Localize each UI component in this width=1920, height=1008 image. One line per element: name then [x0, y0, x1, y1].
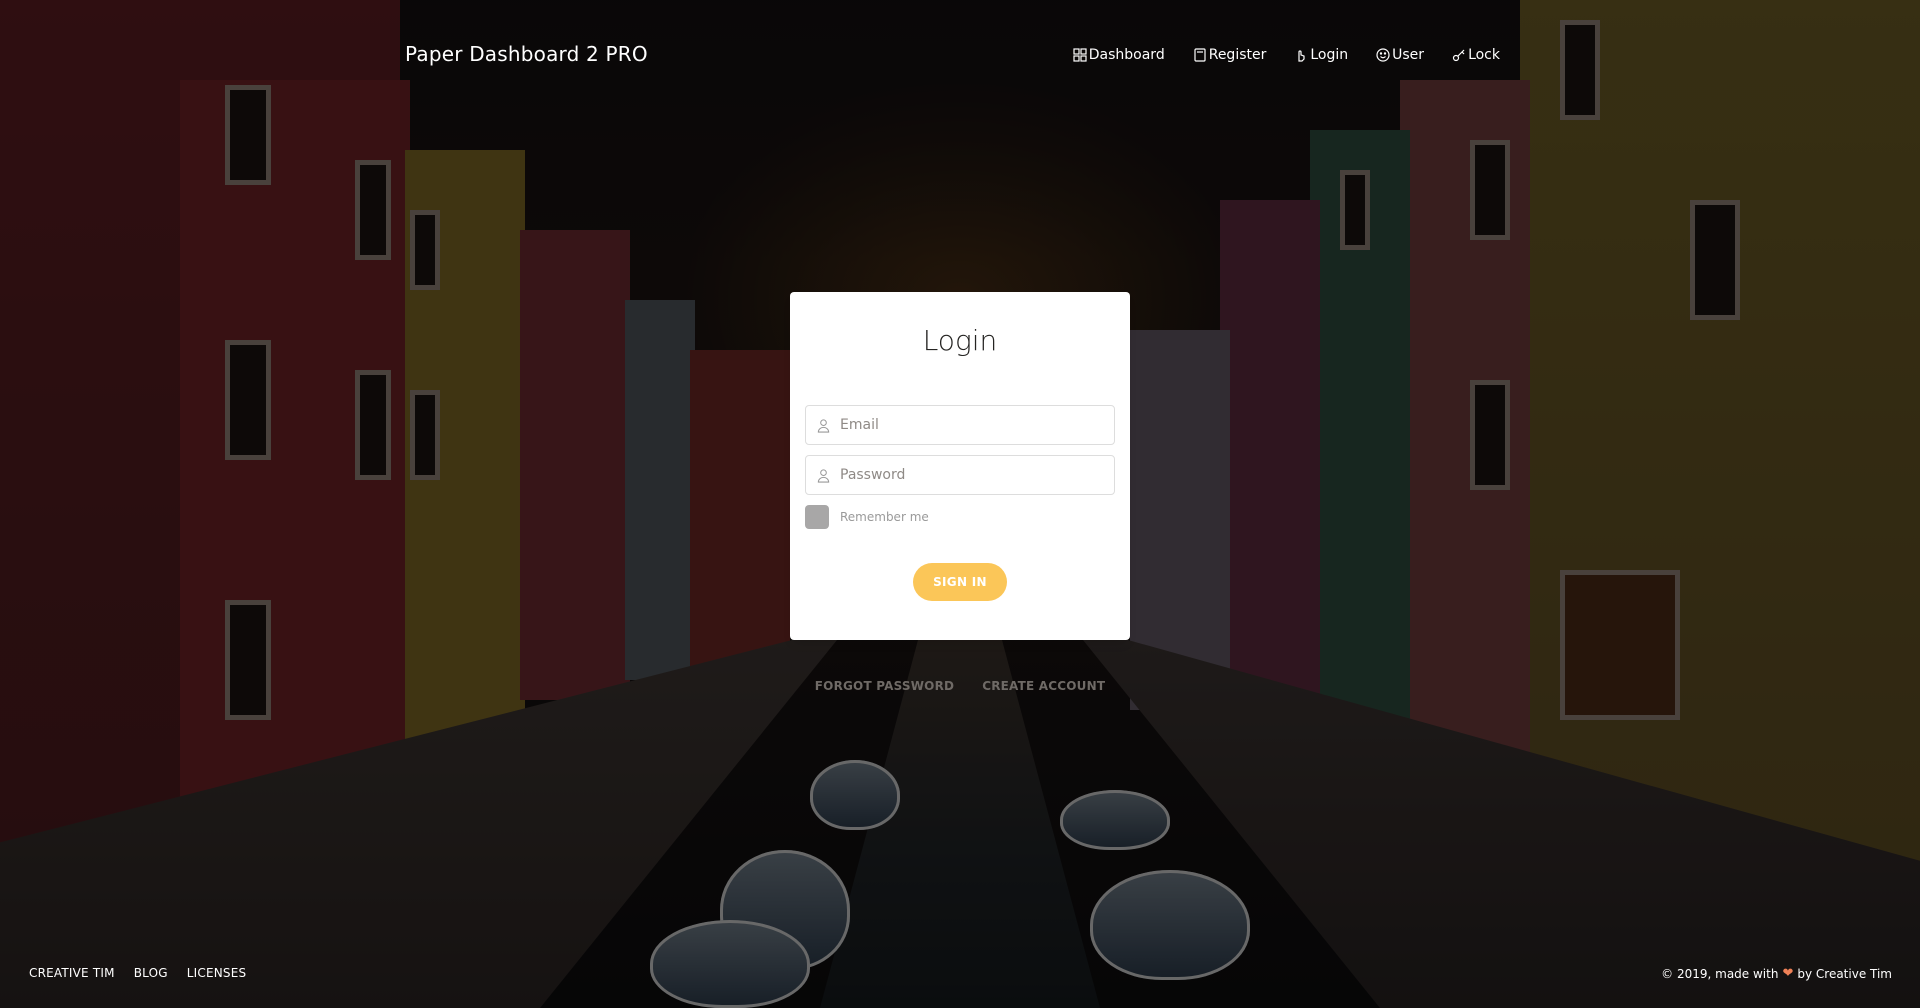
user-icon [806, 406, 840, 444]
login-card: Login Remember me SIGN IN [790, 292, 1130, 640]
password-field-group[interactable] [805, 455, 1115, 495]
nav-item-label: Lock [1468, 47, 1500, 63]
heart-icon: ❤ [1782, 966, 1794, 981]
nav-item-register[interactable]: Register [1193, 47, 1267, 63]
remember-me-row: Remember me [805, 505, 929, 529]
footer-nav: CREATIVE TIM BLOG LICENSES [29, 966, 246, 980]
forgot-password-link[interactable]: FORGOT PASSWORD [815, 679, 954, 693]
login-title: Login [922, 324, 998, 357]
nav-item-user[interactable]: User [1376, 47, 1424, 63]
user-icon [806, 456, 840, 494]
copyright-text: © 2019, made with ❤ by Creative Tim [1661, 966, 1892, 981]
nav-item-dashboard[interactable]: Dashboard [1073, 47, 1165, 63]
auth-secondary-links: FORGOT PASSWORD CREATE ACCOUNT [800, 679, 1120, 693]
dashboard-grid-icon [1073, 48, 1087, 62]
brand-title[interactable]: Paper Dashboard 2 PRO [405, 42, 648, 66]
user-face-icon [1376, 48, 1390, 62]
copyright-prefix: © 2019, made with [1661, 966, 1779, 981]
footer-link-licenses[interactable]: LICENSES [187, 966, 247, 980]
nav-item-lock[interactable]: Lock [1452, 47, 1500, 63]
login-page: Paper Dashboard 2 PRO Dashboard Register… [0, 0, 1920, 1008]
nav-item-label: Dashboard [1088, 47, 1165, 63]
password-input[interactable] [840, 457, 1100, 493]
copyright-suffix: by Creative Tim [1797, 966, 1892, 981]
nav-item-label: User [1392, 47, 1425, 63]
nav-item-label: Login [1310, 47, 1349, 63]
remember-me-checkbox[interactable] [805, 505, 829, 529]
key-icon [1452, 49, 1465, 62]
nav-item-label: Register [1208, 47, 1267, 63]
nav-item-login[interactable]: Login [1294, 47, 1348, 63]
footer-link-blog[interactable]: BLOG [134, 966, 168, 980]
remember-me-label[interactable]: Remember me [840, 510, 929, 524]
tap-hand-icon [1298, 50, 1305, 62]
top-navbar: Paper Dashboard 2 PRO Dashboard Register… [0, 0, 1920, 110]
create-account-link[interactable]: CREATE ACCOUNT [982, 679, 1105, 693]
email-input[interactable] [840, 407, 1100, 443]
nav-links: Dashboard Register Login User Lock [1045, 47, 1500, 63]
footer-link-creative-tim[interactable]: CREATIVE TIM [29, 966, 115, 980]
book-icon [1194, 48, 1206, 62]
email-field-group[interactable] [805, 405, 1115, 445]
sign-in-button[interactable]: SIGN IN [913, 563, 1007, 601]
